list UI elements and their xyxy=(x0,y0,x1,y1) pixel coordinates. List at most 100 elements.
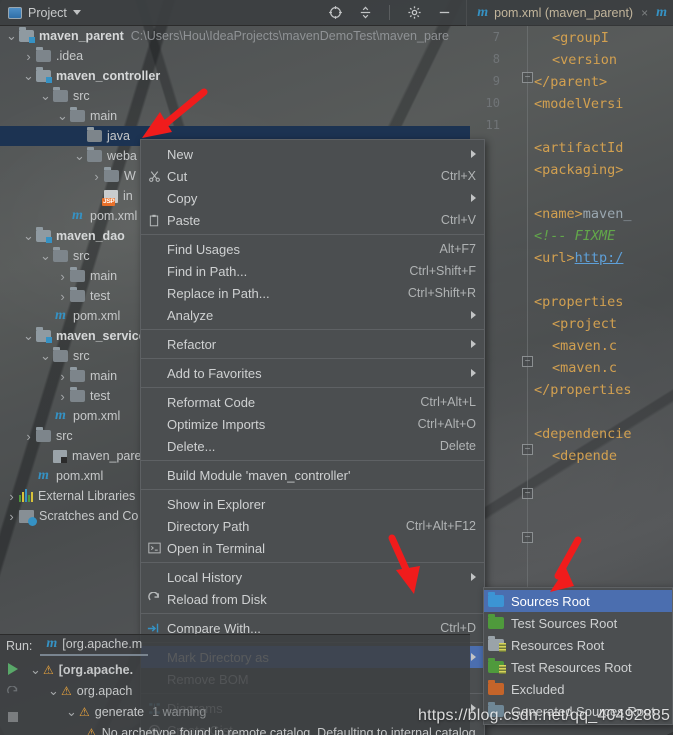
fold-marker-icon[interactable]: − xyxy=(522,72,533,83)
compare-icon xyxy=(141,622,167,635)
chevron-down-icon[interactable]: ⌄ xyxy=(66,705,77,718)
tree-row[interactable]: › .idea xyxy=(0,46,470,66)
submenu-item-sources-root[interactable]: Sources Root xyxy=(484,590,672,612)
chevron-right-icon[interactable]: › xyxy=(6,509,17,524)
menu-item-optimize-imports[interactable]: Optimize Imports Ctrl+Alt+O xyxy=(141,413,484,435)
submenu-item-label: Excluded xyxy=(511,681,565,697)
menu-item-add-to-favorites[interactable]: Add to Favorites xyxy=(141,362,484,384)
code-line: <version xyxy=(552,52,618,68)
run-output-row[interactable]: ⚠ No archetype found in remote catalog. D… xyxy=(26,722,476,735)
settings-gear-icon[interactable] xyxy=(406,5,422,21)
menu-item-reformat-code[interactable]: Reformat Code Ctrl+Alt+L xyxy=(141,391,484,413)
chevron-down-icon[interactable]: ⌄ xyxy=(23,69,34,82)
editor-tab-pom-xml[interactable]: m pom.xml (maven_parent) × m xyxy=(466,0,673,26)
run-output-warning-count: 1 warning xyxy=(152,704,207,719)
menu-item-cut[interactable]: Cut Ctrl+X xyxy=(141,165,484,187)
menu-item-label: Copy xyxy=(167,190,198,206)
menu-item-find-in-path[interactable]: Find in Path... Ctrl+Shift+F xyxy=(141,260,484,282)
close-icon[interactable]: × xyxy=(639,6,650,20)
chevron-down-icon[interactable]: ⌄ xyxy=(40,89,51,102)
tree-row-label: src xyxy=(56,429,73,443)
chevron-down-icon[interactable] xyxy=(72,10,81,15)
run-output-row[interactable]: ⌄ ⚠ org.apach xyxy=(26,680,470,701)
sources-root-folder-icon xyxy=(488,592,504,607)
mark-directory-as-submenu[interactable]: Sources Root Test Sources Root Resources R… xyxy=(483,587,673,725)
chevron-down-icon[interactable]: ⌄ xyxy=(40,249,51,262)
submenu-item-test-resources-root[interactable]: Test Resources Root xyxy=(484,656,672,678)
run-icon[interactable] xyxy=(0,657,26,681)
menu-item-analyze[interactable]: Analyze xyxy=(141,304,484,326)
run-output-label: generate xyxy=(94,704,145,719)
menu-item-new[interactable]: New xyxy=(141,143,484,165)
menu-item-replace-in-path[interactable]: Replace in Path... Ctrl+Shift+R xyxy=(141,282,484,304)
menu-item-reload-from-disk[interactable]: Reload from Disk xyxy=(141,588,484,610)
code-line: <modelVersi xyxy=(534,96,624,112)
menu-item-copy[interactable]: Copy xyxy=(141,187,484,209)
run-output-label: [org.apache. xyxy=(58,662,134,677)
menu-item-shortcut: Ctrl+V xyxy=(440,213,476,227)
chevron-right-icon[interactable]: › xyxy=(57,369,68,384)
jsp-file-icon xyxy=(102,189,118,206)
line-number: 9 xyxy=(492,74,500,88)
run-config-label: [org.apache.m xyxy=(62,637,143,651)
chevron-right-icon[interactable]: › xyxy=(91,169,102,184)
chevron-right-icon[interactable]: › xyxy=(57,389,68,404)
collapse-all-icon[interactable] xyxy=(357,5,373,21)
menu-item-paste[interactable]: Paste Ctrl+V xyxy=(141,209,484,231)
tree-row-label: main xyxy=(90,269,118,283)
chevron-down-icon[interactable]: ⌄ xyxy=(6,29,17,42)
tree-row[interactable]: ⌄ maven_parent C:\Users\Hou\IdeaProjects\m… xyxy=(0,26,470,46)
scissors-icon xyxy=(141,170,167,183)
code-line: <maven.c xyxy=(552,360,618,376)
chevron-down-icon[interactable]: ⌄ xyxy=(30,663,41,676)
chevron-down-icon[interactable]: ⌄ xyxy=(23,229,34,242)
code-line: <groupI xyxy=(552,30,609,46)
tree-row[interactable]: ⌄ src xyxy=(0,86,470,106)
project-panel-header[interactable]: Project xyxy=(0,6,317,20)
fold-marker-icon[interactable]: − xyxy=(522,532,533,543)
chevron-down-icon[interactable]: ⌄ xyxy=(40,349,51,362)
submenu-item-label: Sources Root xyxy=(511,593,590,609)
stop-icon[interactable] xyxy=(0,705,26,729)
run-output-row[interactable]: ⌄ ⚠ generate 1 warning xyxy=(26,701,470,722)
chevron-right-icon[interactable]: › xyxy=(57,269,68,284)
menu-item-show-in-explorer[interactable]: Show in Explorer xyxy=(141,493,484,515)
submenu-item-test-sources-root[interactable]: Test Sources Root xyxy=(484,612,672,634)
minimize-icon[interactable] xyxy=(436,5,452,21)
menu-item-open-in-terminal[interactable]: Open in Terminal xyxy=(141,537,484,559)
menu-item-refactor[interactable]: Refactor xyxy=(141,333,484,355)
chevron-down-icon[interactable]: ⌄ xyxy=(57,109,68,122)
submenu-item-resources-root[interactable]: Resources Root xyxy=(484,634,672,656)
submenu-item-excluded[interactable]: Excluded xyxy=(484,678,672,700)
run-output-tree[interactable]: ⌄ ⚠ [org.apache. ⌄ ⚠ org.apach ⌄ ⚠ generate 1 war… xyxy=(26,659,476,735)
tree-row-label: src xyxy=(73,89,90,103)
chevron-down-icon[interactable]: ⌄ xyxy=(48,684,59,697)
chevron-right-icon[interactable]: › xyxy=(23,429,34,444)
menu-item-shortcut: Alt+F7 xyxy=(439,242,476,256)
menu-item-directory-path[interactable]: Directory Path Ctrl+Alt+F12 xyxy=(141,515,484,537)
menu-item-find-usages[interactable]: Find Usages Alt+F7 xyxy=(141,238,484,260)
run-output-row[interactable]: ⌄ ⚠ [org.apache. xyxy=(26,659,470,680)
menu-item-build-module-maven-controller[interactable]: Build Module 'maven_controller' xyxy=(141,464,484,486)
menu-item-label: Show in Explorer xyxy=(167,496,266,512)
locate-icon[interactable] xyxy=(327,5,343,21)
run-config-tab[interactable]: m [org.apache.m xyxy=(40,636,149,656)
fold-marker-icon[interactable]: − xyxy=(522,488,533,499)
chevron-down-icon[interactable]: ⌄ xyxy=(23,329,34,342)
tree-row[interactable]: ⌄ main xyxy=(0,106,470,126)
chevron-down-icon[interactable]: ⌄ xyxy=(74,149,85,162)
fold-marker-icon[interactable]: − xyxy=(522,356,533,367)
menu-item-delete[interactable]: Delete... Delete xyxy=(141,435,484,457)
tree-row[interactable]: ⌄ maven_controller xyxy=(0,66,470,86)
folder-icon xyxy=(53,87,68,102)
tree-row-label: test xyxy=(90,289,111,303)
chevron-right-icon[interactable]: › xyxy=(57,289,68,304)
menu-item-local-history[interactable]: Local History xyxy=(141,566,484,588)
code-line: <project xyxy=(552,316,618,332)
chevron-right-icon[interactable]: › xyxy=(23,49,34,64)
chevron-right-icon[interactable]: › xyxy=(6,489,17,504)
tree-row-label: maven_parent xyxy=(39,29,124,43)
menu-item-label: Reload from Disk xyxy=(167,591,267,607)
fold-marker-icon[interactable]: − xyxy=(522,444,533,455)
rerun-icon[interactable] xyxy=(0,681,26,705)
